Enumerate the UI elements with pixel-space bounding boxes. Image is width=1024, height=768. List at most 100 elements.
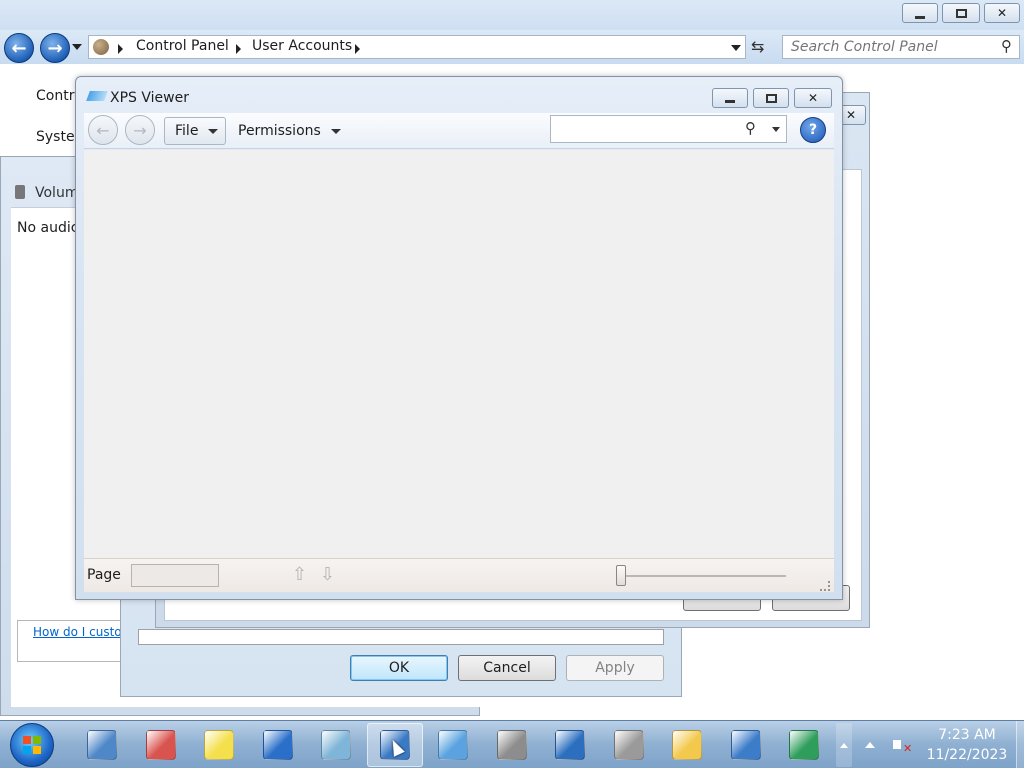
page-label: Page <box>87 567 121 583</box>
restore-button[interactable] <box>942 3 980 23</box>
sticky-notes-icon <box>204 730 234 760</box>
taskbar-button[interactable] <box>542 723 598 767</box>
resize-grip-icon[interactable] <box>820 581 830 591</box>
taskbar-button[interactable] <box>308 723 364 767</box>
clock-time: 7:23 AM <box>938 727 996 743</box>
search-icon[interactable]: ⚲ <box>745 119 756 137</box>
help-link[interactable]: How do I custo <box>33 625 122 639</box>
breadcrumb-separator-icon <box>118 44 123 54</box>
control-panel-titlebar: ✕ <box>0 0 1024 30</box>
chevron-down-icon <box>208 128 219 134</box>
ok-button[interactable]: OK <box>350 655 448 681</box>
taskbar-button[interactable] <box>776 723 832 767</box>
clock[interactable]: 7:23 AM 11/22/2023 <box>922 725 1012 765</box>
taskbar: ✕ 7:23 AM 11/22/2023 <box>0 720 1024 768</box>
show-desktop-button[interactable] <box>1016 721 1024 768</box>
arrow-right-icon: → <box>133 120 147 140</box>
volume-window-title: Volum <box>35 185 79 201</box>
close-button[interactable]: ✕ <box>984 3 1020 23</box>
projector-icon <box>555 730 585 760</box>
taskbar-button[interactable] <box>718 723 774 767</box>
taskbar-button[interactable] <box>191 723 247 767</box>
breadcrumb-separator-icon <box>236 44 241 54</box>
show-hidden-icons-button[interactable] <box>836 723 852 767</box>
document-icon <box>321 730 351 760</box>
speaker-icon <box>614 730 644 760</box>
clock-date: 11/22/2023 <box>926 747 1008 763</box>
breadcrumb-separator-icon <box>355 44 360 54</box>
taskbar-button[interactable] <box>250 723 306 767</box>
arrow-left-icon: ← <box>96 120 110 140</box>
maximize-icon <box>765 93 777 103</box>
taskbar-button[interactable] <box>133 723 189 767</box>
taskbar-button[interactable] <box>425 723 481 767</box>
permissions-menu-label: Permissions <box>238 123 321 139</box>
file-menu[interactable]: File <box>164 117 226 145</box>
minimize-button[interactable] <box>712 88 748 108</box>
forward-button[interactable]: → <box>40 33 70 63</box>
next-page-icon[interactable]: ⇩ <box>320 564 335 585</box>
breadcrumb-control-panel[interactable]: Control Panel <box>136 38 229 54</box>
dialog-field <box>138 629 664 645</box>
no-audio-message: No audic <box>17 220 79 236</box>
xps-viewer-icon <box>438 730 468 760</box>
chat-icon <box>672 730 702 760</box>
taskbar-button[interactable] <box>484 723 540 767</box>
permissions-menu[interactable]: Permissions <box>236 117 341 145</box>
taskbar-button[interactable] <box>659 723 715 767</box>
calculator-icon <box>87 730 117 760</box>
search-box[interactable]: ⚲ <box>782 35 1020 59</box>
tray-chevron-up-icon[interactable] <box>865 742 875 748</box>
file-menu-label: File <box>175 123 199 139</box>
xps-viewer-icon <box>86 91 108 101</box>
minimize-icon <box>915 15 925 19</box>
maximize-button[interactable] <box>753 88 789 108</box>
zoom-slider-track[interactable] <box>620 575 786 577</box>
speaker-icon <box>15 185 25 199</box>
minimize-icon <box>725 100 735 103</box>
volume-muted-icon[interactable]: ✕ <box>893 736 913 755</box>
xps-viewer-window: XPS Viewer ✕ ← → File Permissions ⚲ ? Pa… <box>75 76 843 600</box>
chevron-down-icon <box>330 128 341 134</box>
refresh-icon[interactable]: ⇆ <box>751 37 764 56</box>
minimize-button[interactable] <box>902 3 938 23</box>
close-icon: ✕ <box>807 91 819 105</box>
previous-page-icon[interactable]: ⇧ <box>292 564 307 585</box>
recent-pages-dropdown-icon[interactable] <box>72 44 82 50</box>
sidebar-link-system[interactable]: Syster <box>36 129 80 145</box>
xps-toolbar: ← → File Permissions ⚲ ? <box>84 113 834 149</box>
taskbar-button[interactable] <box>74 723 130 767</box>
snipping-tool-icon <box>146 730 176 760</box>
close-icon: ✕ <box>845 108 857 122</box>
back-button[interactable]: ← <box>88 115 118 145</box>
help-icon: ? <box>808 122 818 138</box>
close-icon: ✕ <box>996 6 1008 20</box>
xps-status-bar: Page ⇧ ⇩ <box>84 558 834 592</box>
taskbar-button[interactable] <box>601 723 657 767</box>
cancel-button[interactable]: Cancel <box>458 655 556 681</box>
users-icon <box>93 39 109 55</box>
system-icon <box>789 730 819 760</box>
page-number-input[interactable] <box>131 564 219 587</box>
arrow-left-icon: ← <box>11 37 27 59</box>
search-options-dropdown-icon[interactable] <box>772 127 780 132</box>
help-button[interactable]: ? <box>800 117 826 143</box>
remote-desktop-icon <box>263 730 293 760</box>
search-input[interactable] <box>783 36 983 58</box>
apply-button[interactable]: Apply <box>566 655 664 681</box>
back-button[interactable]: ← <box>4 33 34 63</box>
document-viewing-area[interactable] <box>84 150 834 558</box>
chevron-up-icon <box>840 742 848 748</box>
search-icon[interactable]: ⚲ <box>1001 37 1012 55</box>
xps-search-box[interactable]: ⚲ <box>550 115 787 143</box>
xps-viewer-title: XPS Viewer <box>110 90 189 106</box>
address-dropdown-icon[interactable] <box>731 45 741 51</box>
zoom-slider-thumb[interactable] <box>616 565 626 586</box>
server-icon <box>497 730 527 760</box>
start-button[interactable] <box>10 723 54 767</box>
forward-button[interactable]: → <box>125 115 155 145</box>
breadcrumb-user-accounts[interactable]: User Accounts <box>252 38 352 54</box>
close-button[interactable]: ✕ <box>794 88 832 108</box>
network-icon <box>731 730 761 760</box>
restore-icon <box>955 8 967 18</box>
